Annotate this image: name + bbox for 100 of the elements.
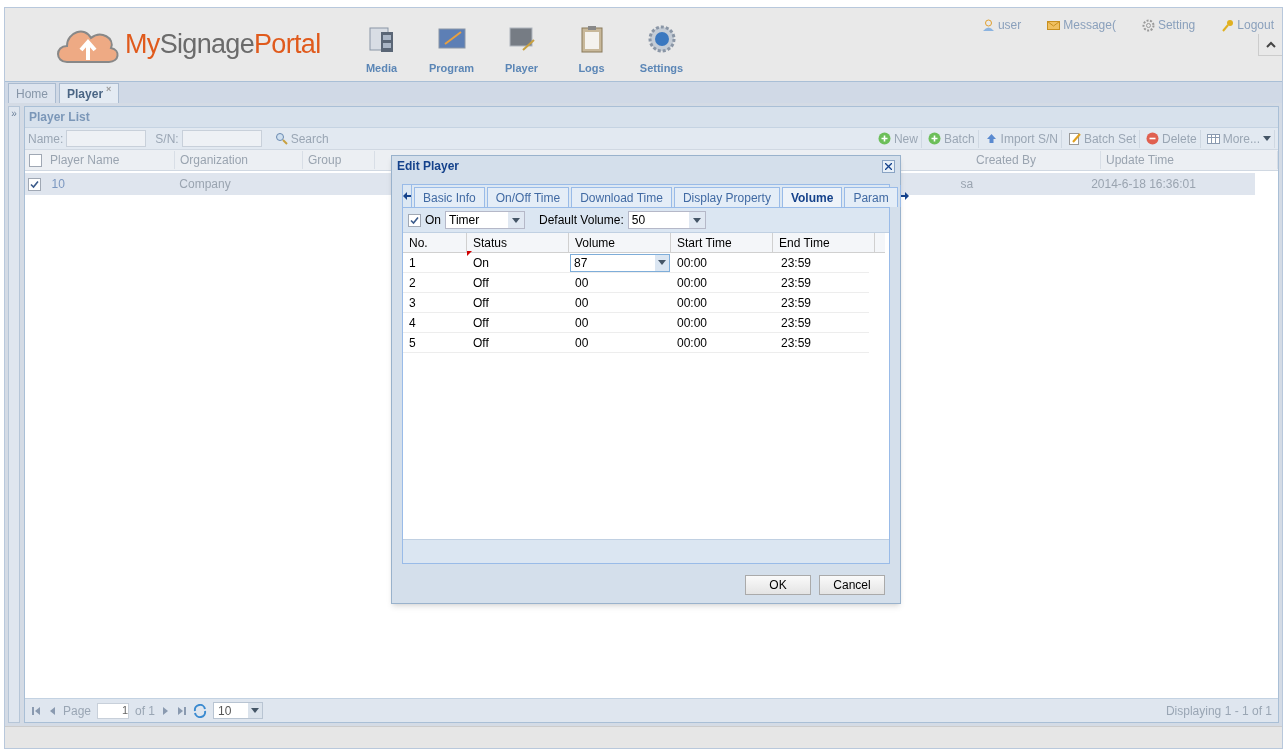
- on-checkbox[interactable]: [408, 213, 421, 227]
- table-cell-text: Off: [472, 274, 490, 292]
- plus-circle-icon: [927, 132, 941, 145]
- table-cell-text: 2014-6-18 16:36:01: [1090, 176, 1197, 193]
- default-volume-select[interactable]: 50: [627, 211, 706, 229]
- header-link[interactable]: user: [981, 16, 1022, 34]
- table-row[interactable]: 5 Off 00 00:00 23:59: [403, 333, 869, 353]
- column-header[interactable]: Player Name: [45, 151, 175, 169]
- default-volume-label: Default Volume:: [539, 212, 624, 229]
- header-link[interactable]: Message(: [1047, 16, 1116, 34]
- close-icon: [885, 162, 892, 170]
- toolbar-button[interactable]: Import S/N: [981, 129, 1062, 148]
- table-cell-text: 00:00: [676, 254, 709, 272]
- refresh-icon[interactable]: [193, 703, 208, 718]
- table-cell-text: 00:00: [676, 274, 709, 292]
- tab-close-button[interactable]: ×: [106, 82, 112, 97]
- caret-icon: [251, 708, 260, 713]
- gear-icon: [646, 24, 677, 54]
- filter-label: Name:: [28, 130, 64, 148]
- dialog-tab[interactable]: Display Property: [673, 187, 780, 207]
- column-header[interactable]: Created By: [971, 151, 1101, 169]
- toolbar-button[interactable]: New: [874, 129, 922, 148]
- dialog-tab[interactable]: On/Off Time: [486, 187, 570, 207]
- page-tab[interactable]: Home: [8, 83, 56, 103]
- page-size-select[interactable]: 10: [213, 702, 264, 719]
- dialog-tab[interactable]: Download Time: [571, 187, 672, 207]
- table-cell-text: Off: [472, 294, 490, 312]
- column-header[interactable]: Organization: [175, 151, 303, 169]
- dialog-tab[interactable]: Basic Info: [414, 187, 485, 207]
- toolbar-button[interactable]: Batch: [924, 129, 979, 148]
- filter-label: S/N:: [155, 130, 179, 148]
- table-cell-text: 00:00: [676, 314, 709, 332]
- table-cell-text: 23:59: [780, 334, 813, 352]
- column-header[interactable]: Update Time: [1101, 151, 1278, 169]
- first-page-icon[interactable]: [31, 705, 41, 716]
- table-row[interactable]: 1 On 87 00:00 23:59: [403, 253, 869, 273]
- screen-tools-icon: [506, 24, 537, 54]
- column-header[interactable]: No.: [403, 233, 467, 252]
- nav-item[interactable]: Media: [356, 24, 407, 77]
- dialog-tab[interactable]: Param: [844, 187, 898, 207]
- table-cell-text: sa: [959, 176, 975, 193]
- panel-title: Player List: [29, 109, 90, 126]
- select-all-checkbox[interactable]: [28, 153, 42, 167]
- last-page-icon[interactable]: [177, 705, 188, 716]
- table-cell-text: 00: [574, 295, 590, 310]
- dialog-tab[interactable]: Volume: [781, 187, 843, 207]
- table-row[interactable]: 3 Off 00 00:00 23:59: [403, 293, 869, 313]
- minus-circle-icon: [1145, 132, 1159, 145]
- search-button[interactable]: Search: [274, 129, 329, 148]
- nav-item[interactable]: Settings: [636, 24, 687, 77]
- page-field[interactable]: 1: [97, 702, 130, 719]
- table-cell: On: [467, 253, 569, 272]
- check-icon: [30, 179, 40, 189]
- caret-icon: [512, 217, 520, 223]
- scroll-right-button[interactable]: [899, 185, 909, 207]
- volume-combo-field[interactable]: 87: [570, 253, 670, 272]
- table-row[interactable]: 4 Off 00 00:00 23:59: [403, 313, 869, 333]
- toolbar-button[interactable]: Delete: [1142, 129, 1201, 148]
- table-cell-text: 5: [408, 334, 417, 352]
- column-header[interactable]: Group: [303, 151, 375, 169]
- page-tab[interactable]: Player ×: [59, 83, 120, 103]
- table-cell-text: 3: [408, 294, 417, 312]
- check-icon: [410, 215, 419, 225]
- left-arrow-icon: [403, 192, 411, 200]
- column-header[interactable]: End Time: [773, 233, 875, 252]
- column-header[interactable]: Start Time: [671, 233, 773, 252]
- dialog-button[interactable]: OK: [745, 575, 811, 595]
- columns-icon: [1206, 132, 1220, 145]
- table-cell-text: 00:00: [676, 334, 709, 352]
- header-link[interactable]: Setting: [1141, 16, 1196, 34]
- filter-field[interactable]: [66, 130, 147, 147]
- table-cell-text: 00: [574, 315, 590, 330]
- column-header[interactable]: Volume: [569, 233, 671, 252]
- dialog-title: Edit Player: [397, 158, 460, 175]
- toolbar-button[interactable]: Batch Set: [1064, 129, 1140, 148]
- table-cell-text: 00:00: [676, 294, 709, 312]
- nav-item[interactable]: Player: [496, 24, 547, 77]
- gear-icon: [1141, 18, 1155, 32]
- toolbar-button[interactable]: More...: [1203, 129, 1275, 148]
- column-header[interactable]: Status: [467, 233, 569, 252]
- dialog-button[interactable]: Cancel: [819, 575, 885, 595]
- nav-item[interactable]: Program: [426, 24, 477, 77]
- scroll-left-button[interactable]: [403, 185, 412, 207]
- filter-field[interactable]: [181, 130, 262, 147]
- table-cell-text: Off: [472, 334, 490, 352]
- table-cell-text: Company: [178, 176, 232, 193]
- on-label: On: [425, 212, 441, 229]
- search-icon: [274, 132, 288, 145]
- collapse-header-button[interactable]: [1258, 34, 1282, 56]
- user-icon: [981, 18, 995, 32]
- row-checkbox[interactable]: [28, 177, 42, 191]
- right-arrow-icon: [900, 192, 909, 200]
- up-arrow-icon: [984, 132, 998, 145]
- nav-item[interactable]: Logs: [566, 24, 617, 77]
- header-link[interactable]: Logout: [1221, 16, 1274, 34]
- mode-select[interactable]: Timer: [445, 211, 525, 229]
- envelope-icon: [1047, 18, 1061, 32]
- page-label: Page: [63, 702, 92, 720]
- table-row[interactable]: 2 Off 00 00:00 23:59: [403, 273, 869, 293]
- close-button[interactable]: [882, 159, 895, 173]
